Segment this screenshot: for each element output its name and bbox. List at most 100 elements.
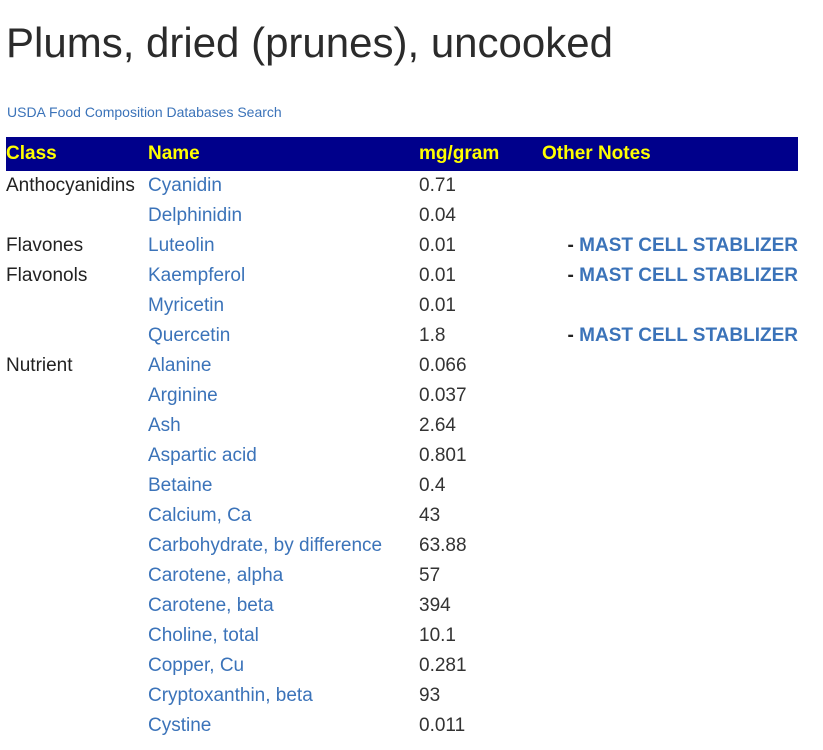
column-header-class: Class [6,137,148,171]
nutrient-name-link[interactable]: Carotene, beta [148,591,419,621]
mg-per-gram-cell: 0.281 [419,655,467,676]
nutrient-name-link[interactable]: Kaempferol [148,261,419,291]
other-notes-cell [542,591,798,621]
nutrient-name-link[interactable]: Quercetin [148,321,419,351]
other-notes-cell [542,501,798,531]
mg-per-gram-cell: 0.4 [419,475,446,496]
table-row: Aspartic acid 0.801 [6,441,798,471]
mg-per-gram-cell: 0.04 [419,205,456,226]
mg-per-gram-cell: 1.8 [419,325,446,346]
other-notes-cell [542,651,798,681]
other-notes-cell [542,681,798,711]
mg-per-gram-cell: 394 [419,595,451,616]
class-cell [6,531,148,561]
nutrient-name-link[interactable]: Ash [148,411,419,441]
nutrient-table: Class Name mg/gram Other Notes Anthocyan… [6,137,798,741]
table-row: Copper, Cu 0.281 [6,651,798,681]
table-row: Delphinidin 0.04 [6,201,798,231]
class-cell [6,321,148,351]
nutrient-name-link[interactable]: Aspartic acid [148,441,419,471]
class-cell [6,681,148,711]
class-cell [6,381,148,411]
nutrient-name-link[interactable]: Cryptoxanthin, beta [148,681,419,711]
mg-per-gram-cell: 0.01 [419,265,456,286]
other-notes-cell: - MAST CELL STABLIZER [542,261,798,291]
page-title: Plums, dried (prunes), uncooked [6,19,613,66]
nutrient-name-link[interactable]: Myricetin [148,291,419,321]
mg-per-gram-cell: 0.01 [419,295,456,316]
class-cell [6,561,148,591]
class-cell [6,621,148,651]
other-notes-cell [542,201,798,231]
other-notes-cell [542,471,798,501]
table-row: Carbohydrate, by difference 63.88 [6,531,798,561]
note-dash: - [567,325,574,346]
class-cell: Anthocyanidins [6,175,135,196]
other-notes-cell [542,381,798,411]
class-cell [6,591,148,621]
nutrient-name-link[interactable]: Cystine [148,711,419,741]
nutrient-name-link[interactable]: Choline, total [148,621,419,651]
other-notes-cell [542,441,798,471]
note-dash: - [567,235,574,256]
other-notes-cell [542,531,798,561]
mg-per-gram-cell: 63.88 [419,535,467,556]
nutrient-name-link[interactable]: Calcium, Ca [148,501,419,531]
mg-per-gram-cell: 0.066 [419,355,467,376]
table-row: Flavones Luteolin 0.01 - MAST CELL STABLIZE… [6,231,798,261]
table-row: Nutrient Alanine 0.066 [6,351,798,381]
mg-per-gram-cell: 93 [419,685,441,706]
nutrient-name-link[interactable]: Carbohydrate, by difference [148,531,419,561]
mg-per-gram-cell: 0.71 [419,175,456,196]
class-cell [6,471,148,501]
note-dash: - [567,265,574,286]
mg-per-gram-cell: 0.037 [419,385,467,406]
nutrient-name-link[interactable]: Alanine [148,351,419,381]
table-row: Myricetin 0.01 [6,291,798,321]
table-row: Calcium, Ca 43 [6,501,798,531]
other-notes-cell [542,351,798,381]
nutrient-name-link[interactable]: Arginine [148,381,419,411]
mast-cell-stabilizer-link[interactable]: MAST CELL STABLIZER [579,325,798,346]
other-notes-cell: - MAST CELL STABLIZER [542,231,798,261]
column-header-name: Name [148,137,419,171]
mg-per-gram-cell: 57 [419,565,441,586]
mg-per-gram-cell: 0.801 [419,445,467,466]
nutrient-name-link[interactable]: Luteolin [148,231,419,261]
nutrient-name-link[interactable]: Delphinidin [148,201,419,231]
table-row: Choline, total 10.1 [6,621,798,651]
class-cell [6,201,148,231]
class-cell [6,411,148,441]
table-row: Cryptoxanthin, beta 93 [6,681,798,711]
column-header-other-notes: Other Notes [542,137,798,171]
class-cell [6,441,148,471]
mast-cell-stabilizer-link[interactable]: MAST CELL STABLIZER [579,235,798,256]
table-row: Flavonols Kaempferol 0.01 - MAST CELL STABL… [6,261,798,291]
table-row: Arginine 0.037 [6,381,798,411]
nutrient-name-link[interactable]: Betaine [148,471,419,501]
mg-per-gram-cell: 10.1 [419,625,456,646]
class-cell: Nutrient [6,355,73,376]
table-header-row: Class Name mg/gram Other Notes [6,137,798,171]
other-notes-cell [542,171,798,201]
class-cell: Flavonols [6,265,88,286]
other-notes-cell [542,621,798,651]
other-notes-cell [542,711,798,741]
table-row: Carotene, beta 394 [6,591,798,621]
nutrient-name-link[interactable]: Cyanidin [148,171,419,201]
other-notes-cell: - MAST CELL STABLIZER [542,321,798,351]
nutrient-name-link[interactable]: Copper, Cu [148,651,419,681]
class-cell: Flavones [6,235,84,256]
nutrient-name-link[interactable]: Carotene, alpha [148,561,419,591]
mg-per-gram-cell: 2.64 [419,415,456,436]
usda-search-link[interactable]: USDA Food Composition Databases Search [7,103,282,121]
mast-cell-stabilizer-link[interactable]: MAST CELL STABLIZER [579,265,798,286]
column-header-mg-gram: mg/gram [419,137,542,171]
mg-per-gram-cell: 0.01 [419,235,456,256]
table-row: Carotene, alpha 57 [6,561,798,591]
mg-per-gram-cell: 43 [419,505,441,526]
table-row: Ash 2.64 [6,411,798,441]
class-cell [6,501,148,531]
table-row: Quercetin 1.8 - MAST CELL STABLIZER [6,321,798,351]
other-notes-cell [542,291,798,321]
